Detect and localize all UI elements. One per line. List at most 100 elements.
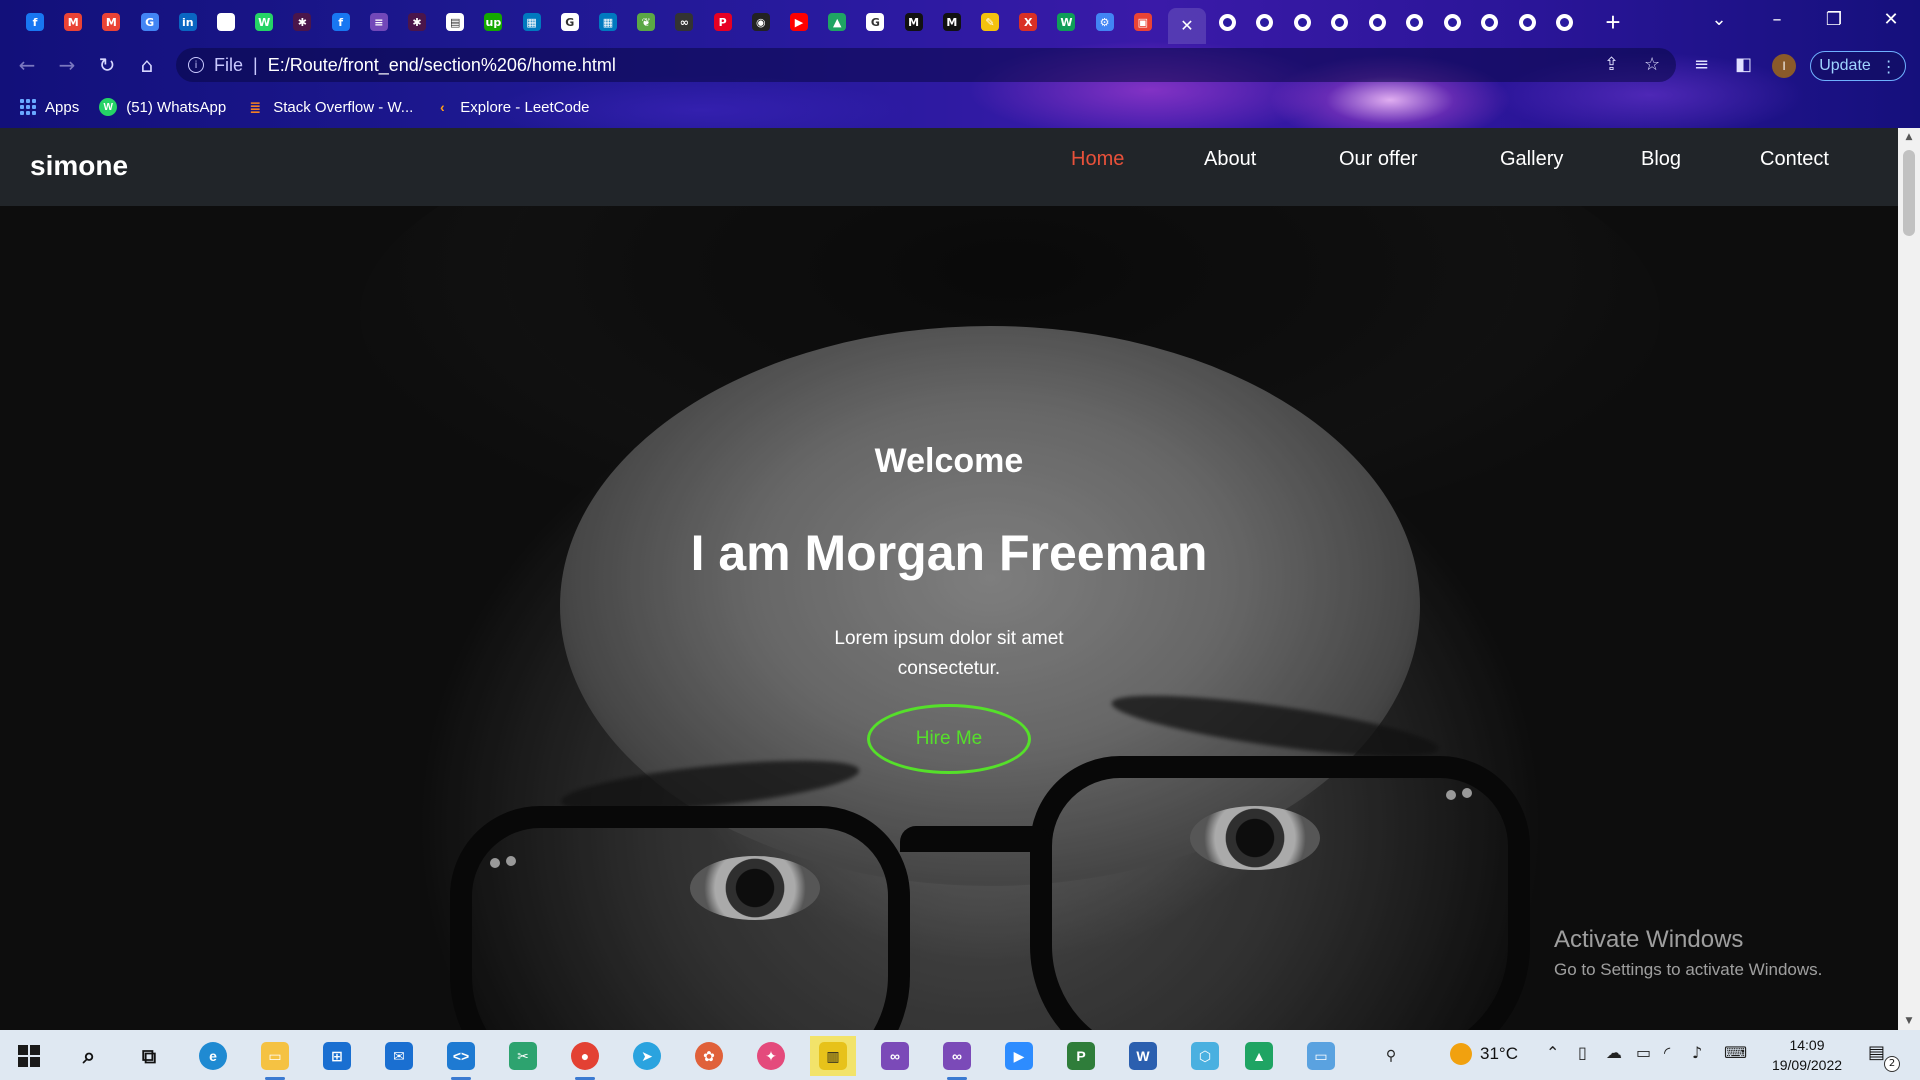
browser-tab[interactable]: ◉ xyxy=(746,8,776,36)
browser-tab[interactable]: M xyxy=(58,8,88,36)
browser-tab[interactable]: ✱ xyxy=(402,8,432,36)
bookmark-whatsapp[interactable]: W (51) WhatsApp xyxy=(99,98,226,116)
hire-me-button[interactable]: Hire Me xyxy=(867,704,1031,774)
bookmark-stackoverflow[interactable]: ≣ Stack Overflow - W... xyxy=(246,98,413,116)
back-button[interactable]: ← xyxy=(12,52,42,78)
vscode-icon[interactable]: <> xyxy=(438,1036,484,1080)
update-button[interactable]: Update ⋮ xyxy=(1810,51,1906,81)
browser-tab[interactable]: ✱ xyxy=(287,8,317,36)
bookmark-leetcode[interactable]: ‹ Explore - LeetCode xyxy=(433,98,590,116)
browser-tab[interactable]: up xyxy=(478,8,508,36)
nav-about[interactable]: About xyxy=(1204,148,1256,171)
people-icon[interactable]: ⚲ xyxy=(1368,1036,1414,1076)
browser-tab[interactable]: G xyxy=(555,8,585,36)
browser-tab[interactable]: ❦ xyxy=(631,8,661,36)
word-icon[interactable]: W xyxy=(1120,1036,1166,1076)
zoom-icon[interactable]: ▶ xyxy=(996,1036,1042,1076)
browser-tab[interactable]: M xyxy=(96,8,126,36)
browser-tab[interactable]: ≡ xyxy=(364,8,394,36)
browser-tab[interactable]: ▲ xyxy=(822,8,852,36)
home-button[interactable]: ⌂ xyxy=(132,52,162,78)
chrome-icon[interactable]: ● xyxy=(562,1036,608,1080)
scroll-thumb[interactable] xyxy=(1903,150,1915,236)
snipping-tool-icon[interactable]: ✂ xyxy=(500,1036,546,1076)
sticky-notes-icon[interactable]: ▥ xyxy=(810,1036,856,1076)
nav-contact[interactable]: Contect xyxy=(1760,148,1829,171)
browser-tab[interactable] xyxy=(1287,8,1317,36)
drive-icon[interactable]: ▲ xyxy=(1236,1036,1282,1076)
more-menu-icon[interactable]: ⋮ xyxy=(1881,57,1897,76)
browser-tab[interactable]: in xyxy=(173,8,203,36)
page-scrollbar[interactable]: ▲ ▼ xyxy=(1898,128,1920,1030)
nav-blog[interactable]: Blog xyxy=(1641,148,1681,171)
browser-tab[interactable]: M xyxy=(899,8,929,36)
browser-tab[interactable]: X xyxy=(1013,8,1043,36)
file-explorer-icon[interactable]: ▭ xyxy=(252,1036,298,1080)
volume-icon[interactable]: ♪ xyxy=(1692,1043,1702,1062)
browser-tab[interactable] xyxy=(211,8,241,36)
browser-tab[interactable] xyxy=(1362,8,1392,36)
browser-tab[interactable] xyxy=(1437,8,1467,36)
browser-tab[interactable] xyxy=(1512,8,1542,36)
browser-tab[interactable] xyxy=(1475,8,1505,36)
browser-tab[interactable]: G xyxy=(860,8,890,36)
browser-tab[interactable]: ∞ xyxy=(669,8,699,36)
nav-our-offer[interactable]: Our offer xyxy=(1339,148,1418,171)
visual-studio-icon[interactable]: ∞ xyxy=(934,1036,980,1080)
scroll-down-arrow[interactable]: ▼ xyxy=(1898,1016,1920,1026)
paint-3d-icon[interactable]: ✦ xyxy=(748,1036,794,1076)
forward-button[interactable]: → xyxy=(52,52,82,78)
browser-tab[interactable]: ✎ xyxy=(975,8,1005,36)
store-icon[interactable]: ⊞ xyxy=(314,1036,360,1076)
bookmark-apps[interactable]: Apps xyxy=(20,99,79,116)
wifi-icon[interactable]: ◜ xyxy=(1664,1043,1670,1062)
mail-icon[interactable]: ✉ xyxy=(376,1036,422,1076)
browser-tab[interactable] xyxy=(1212,8,1242,36)
browser-tab[interactable]: f xyxy=(20,8,50,36)
battery-icon[interactable]: ▭ xyxy=(1636,1043,1651,1062)
share-icon[interactable]: ⇪ xyxy=(1604,54,1619,75)
restore-button[interactable]: ❐ xyxy=(1811,6,1857,34)
minimize-button[interactable]: – xyxy=(1754,6,1800,34)
paint-icon[interactable]: ✿ xyxy=(686,1036,732,1076)
browser-tab[interactable]: P xyxy=(708,8,738,36)
url-input[interactable]: i File | E:/Route/front_end/section%206/… xyxy=(176,48,1676,82)
telegram-icon[interactable]: ➤ xyxy=(624,1036,670,1076)
system-clock[interactable]: 14:09 19/09/2022 xyxy=(1762,1035,1852,1075)
browser-tab[interactable]: ▦ xyxy=(517,8,547,36)
browser-tab[interactable] xyxy=(1550,8,1580,36)
browser-tab[interactable] xyxy=(1250,8,1280,36)
side-panel-icon[interactable]: ◧ xyxy=(1735,54,1752,75)
browser-tab[interactable] xyxy=(1325,8,1355,36)
browser-tab[interactable]: ▦ xyxy=(593,8,623,36)
notification-center-icon[interactable]: ▤ 2 xyxy=(1868,1042,1900,1072)
remote-desktop-icon[interactable]: ▭ xyxy=(1298,1036,1344,1076)
site-brand[interactable]: simone xyxy=(30,150,128,182)
active-tab[interactable]: ✕ xyxy=(1168,8,1206,44)
nav-gallery[interactable]: Gallery xyxy=(1500,148,1563,171)
reload-button[interactable]: ↻ xyxy=(92,52,122,78)
browser-tab[interactable]: ▶ xyxy=(784,8,814,36)
start-button[interactable] xyxy=(18,1045,40,1067)
browser-tab[interactable]: W xyxy=(249,8,279,36)
browser-tab[interactable]: M xyxy=(937,8,967,36)
close-window-button[interactable]: ✕ xyxy=(1868,6,1914,34)
browser-tab[interactable]: G xyxy=(135,8,165,36)
task-view-icon[interactable]: ⧉ xyxy=(126,1036,172,1076)
edge-icon[interactable]: e xyxy=(190,1036,236,1076)
browser-tab[interactable]: ▣ xyxy=(1128,8,1158,36)
browser-tab[interactable]: ⚙ xyxy=(1090,8,1120,36)
scroll-up-arrow[interactable]: ▲ xyxy=(1898,132,1920,142)
browser-tab[interactable] xyxy=(1400,8,1430,36)
nav-home[interactable]: Home xyxy=(1071,148,1124,171)
keyboard-icon[interactable]: ⌨ xyxy=(1724,1043,1747,1062)
hexagon-app-icon[interactable]: ⬡ xyxy=(1182,1036,1228,1076)
browser-tab[interactable]: W xyxy=(1051,8,1081,36)
browser-tab[interactable]: ▤ xyxy=(440,8,470,36)
meet-now-icon[interactable]: ▯ xyxy=(1578,1043,1587,1062)
tab-search-icon[interactable]: ⌄ xyxy=(1696,6,1742,34)
profile-avatar[interactable]: I xyxy=(1772,54,1796,78)
tray-chevron-icon[interactable]: ⌃ xyxy=(1546,1043,1559,1062)
browser-tab[interactable]: f xyxy=(326,8,356,36)
search-icon[interactable]: ⌕ xyxy=(66,1036,112,1076)
